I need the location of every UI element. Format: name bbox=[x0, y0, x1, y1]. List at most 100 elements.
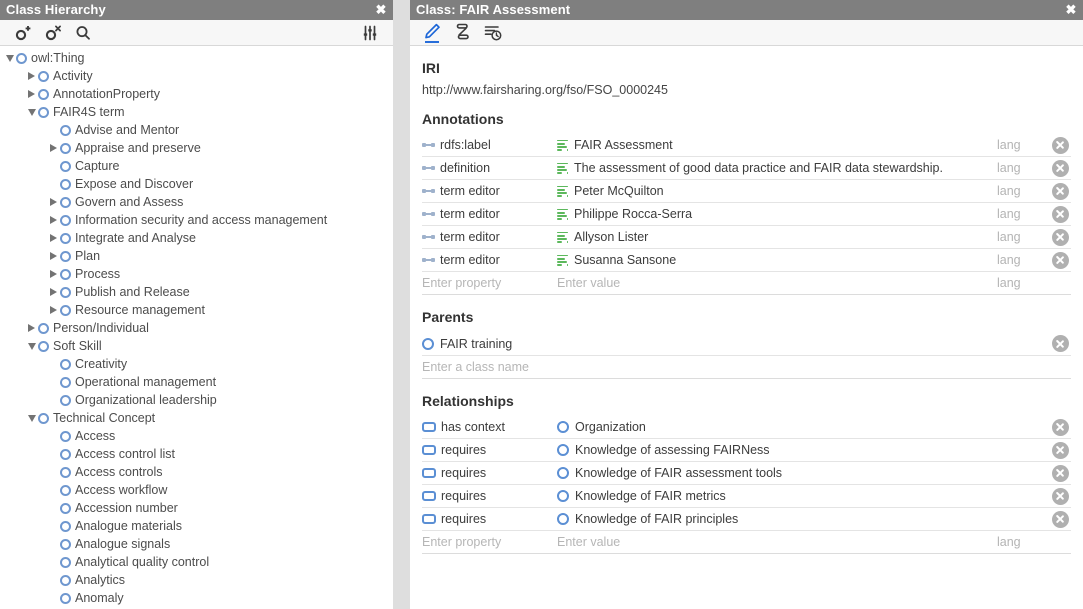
chevron-right-icon[interactable] bbox=[47, 229, 60, 247]
chevron-down-icon[interactable] bbox=[3, 49, 16, 67]
delete-row-button[interactable] bbox=[1052, 137, 1069, 154]
relationship-row[interactable]: requiresKnowledge of FAIR metrics bbox=[422, 485, 1071, 508]
tab-hierarchy[interactable] bbox=[448, 21, 478, 45]
tree-item[interactable]: Resource management bbox=[0, 301, 393, 319]
tab-history[interactable] bbox=[478, 21, 508, 45]
parent-row[interactable]: FAIR training bbox=[422, 332, 1071, 356]
close-icon[interactable]: ✖ bbox=[375, 4, 387, 16]
chevron-down-icon[interactable] bbox=[25, 337, 38, 355]
tree-item[interactable]: Advise and Mentor bbox=[0, 121, 393, 139]
tree-item[interactable]: Operational management bbox=[0, 373, 393, 391]
chevron-right-icon[interactable] bbox=[47, 265, 60, 283]
tree-item[interactable]: Technical Concept bbox=[0, 409, 393, 427]
search-button[interactable] bbox=[68, 21, 98, 45]
tree-item[interactable]: Analogue materials bbox=[0, 517, 393, 535]
delete-row-button[interactable] bbox=[1052, 335, 1069, 352]
tree-item[interactable]: Expose and Discover bbox=[0, 175, 393, 193]
filter-button[interactable] bbox=[355, 21, 385, 45]
relationship-value-label: Knowledge of FAIR metrics bbox=[575, 489, 726, 503]
relationship-property-cell: requires bbox=[422, 512, 557, 526]
annotation-row[interactable]: rdfs:labelFAIR Assessmentlang bbox=[422, 134, 1071, 157]
delete-row-button[interactable] bbox=[1052, 488, 1069, 505]
tree-item[interactable]: Capture bbox=[0, 157, 393, 175]
tree-item[interactable]: Analytical quality control bbox=[0, 553, 393, 571]
annotation-entry-row[interactable]: Enter propertyEnter valuelang bbox=[422, 272, 1071, 295]
annotation-row[interactable]: term editorSusanna Sansonelang bbox=[422, 249, 1071, 272]
relationship-row[interactable]: requiresKnowledge of FAIR assessment too… bbox=[422, 462, 1071, 485]
parent-class-input[interactable]: Enter a class name bbox=[422, 360, 1071, 374]
annotation-value-label: Philippe Rocca-Serra bbox=[574, 207, 692, 221]
add-class-button[interactable] bbox=[8, 21, 38, 45]
relationship-row[interactable]: requiresKnowledge of FAIR principles bbox=[422, 508, 1071, 531]
delete-row-button[interactable] bbox=[1052, 419, 1069, 436]
annotation-row[interactable]: term editorPeter McQuiltonlang bbox=[422, 180, 1071, 203]
delete-row-button[interactable] bbox=[1052, 206, 1069, 223]
tree-item[interactable]: Information security and access manageme… bbox=[0, 211, 393, 229]
delete-row-button[interactable] bbox=[1052, 252, 1069, 269]
tree-item[interactable]: Creativity bbox=[0, 355, 393, 373]
annotation-lang-label: lang bbox=[997, 161, 1049, 175]
delete-row-button[interactable] bbox=[1052, 229, 1069, 246]
chevron-right-icon[interactable] bbox=[47, 247, 60, 265]
tree-item[interactable]: AnnotationProperty bbox=[0, 85, 393, 103]
parent-entry-row[interactable]: Enter a class name bbox=[422, 356, 1071, 379]
tree-item[interactable]: owl:Thing bbox=[0, 49, 393, 67]
annotation-value-label: Susanna Sansone bbox=[574, 253, 676, 267]
relationship-row[interactable]: has contextOrganization bbox=[422, 416, 1071, 439]
tree-item[interactable]: Analytics bbox=[0, 571, 393, 589]
iri-value[interactable]: http://www.fairsharing.org/fso/FSO_00002… bbox=[422, 83, 1071, 97]
tree-item[interactable]: Soft Skill bbox=[0, 337, 393, 355]
class-tree[interactable]: owl:ThingActivityAnnotationPropertyFAIR4… bbox=[0, 46, 393, 609]
delete-row-button[interactable] bbox=[1052, 442, 1069, 459]
annotation-row[interactable]: definitionThe assessment of good data pr… bbox=[422, 157, 1071, 180]
panel-divider[interactable] bbox=[393, 0, 410, 609]
tree-item[interactable]: Process bbox=[0, 265, 393, 283]
tab-annotations[interactable] bbox=[418, 21, 448, 45]
chevron-right-icon[interactable] bbox=[47, 301, 60, 319]
tree-spacer bbox=[47, 355, 60, 373]
chevron-right-icon[interactable] bbox=[47, 193, 60, 211]
tree-item[interactable]: Govern and Assess bbox=[0, 193, 393, 211]
annotation-value-input[interactable]: Enter value bbox=[557, 276, 997, 290]
tree-item[interactable]: Access workflow bbox=[0, 481, 393, 499]
relationship-row[interactable]: requiresKnowledge of assessing FAIRNess bbox=[422, 439, 1071, 462]
delete-row-button[interactable] bbox=[1052, 465, 1069, 482]
tree-item[interactable]: Publish and Release bbox=[0, 283, 393, 301]
chevron-right-icon[interactable] bbox=[47, 139, 60, 157]
tree-item[interactable]: FAIR4S term bbox=[0, 103, 393, 121]
tree-item[interactable]: Anomaly bbox=[0, 589, 393, 607]
close-icon[interactable]: ✖ bbox=[1065, 4, 1077, 16]
tree-item[interactable]: Activity bbox=[0, 67, 393, 85]
delete-row-button[interactable] bbox=[1052, 183, 1069, 200]
relationship-entry-row[interactable]: Enter propertyEnter valuelang bbox=[422, 531, 1071, 554]
tree-item[interactable]: Organizational leadership bbox=[0, 391, 393, 409]
delete-class-button[interactable] bbox=[38, 21, 68, 45]
annotation-property-label: rdfs:label bbox=[440, 138, 491, 152]
delete-row-button[interactable] bbox=[1052, 511, 1069, 528]
chevron-right-icon[interactable] bbox=[25, 85, 38, 103]
delete-row-button[interactable] bbox=[1052, 160, 1069, 177]
chevron-right-icon[interactable] bbox=[25, 67, 38, 85]
tree-item[interactable]: Integrate and Analyse bbox=[0, 229, 393, 247]
relationship-entry-lang-label: lang bbox=[997, 535, 1049, 549]
tree-item[interactable]: Access controls bbox=[0, 463, 393, 481]
tree-item[interactable]: Person/Individual bbox=[0, 319, 393, 337]
relationship-value-input[interactable]: Enter value bbox=[557, 535, 997, 549]
annotation-row[interactable]: term editorPhilippe Rocca-Serralang bbox=[422, 203, 1071, 226]
class-circle-icon bbox=[60, 143, 71, 154]
chevron-right-icon[interactable] bbox=[25, 319, 38, 337]
chevron-down-icon[interactable] bbox=[25, 103, 38, 121]
annotation-row[interactable]: term editorAllyson Listerlang bbox=[422, 226, 1071, 249]
chevron-right-icon[interactable] bbox=[47, 211, 60, 229]
tree-item[interactable]: Access bbox=[0, 427, 393, 445]
tree-item[interactable]: Plan bbox=[0, 247, 393, 265]
annotation-property-input[interactable]: Enter property bbox=[422, 276, 557, 290]
tree-item[interactable]: Accession number bbox=[0, 499, 393, 517]
chevron-down-icon[interactable] bbox=[25, 409, 38, 427]
chevron-right-icon[interactable] bbox=[47, 283, 60, 301]
tree-item[interactable]: Access control list bbox=[0, 445, 393, 463]
tree-item[interactable]: Appraise and preserve bbox=[0, 139, 393, 157]
row-delete-cell bbox=[1049, 160, 1071, 177]
relationship-property-input[interactable]: Enter property bbox=[422, 535, 557, 549]
tree-item[interactable]: Analogue signals bbox=[0, 535, 393, 553]
